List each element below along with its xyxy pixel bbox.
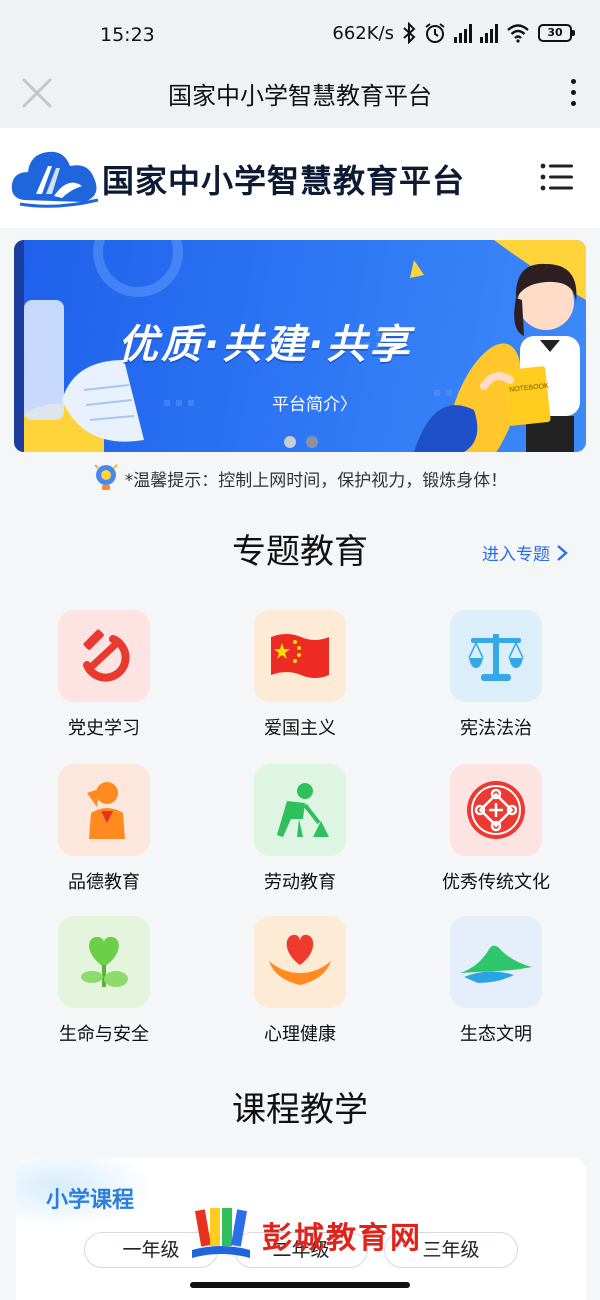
tip-text: *温馨提示：控制上网时间，保护视力，锻炼身体！ — [124, 470, 508, 491]
labor-icon — [277, 783, 329, 837]
home-indicator[interactable] — [190, 1282, 410, 1288]
promo-banner[interactable]: NOTEBOOK 优质·共建·共享 平台简介〉 — [14, 240, 586, 452]
banner-prev-edge — [14, 240, 24, 452]
primary-course-title: 小学课程 — [46, 1188, 135, 1213]
topic-labor[interactable]: 劳动教育 — [220, 764, 380, 894]
watermark-text: 彭城教育网 — [262, 1221, 422, 1256]
site-brand: 国家中小学智慧教育平台 — [102, 162, 466, 200]
topic-label: 劳动教育 — [264, 872, 336, 893]
chevron-right-icon — [557, 544, 568, 561]
topic-label: 宪法法治 — [460, 718, 532, 739]
topic-traditional-culture[interactable]: 优秀传统文化 — [416, 764, 576, 894]
wifi-icon — [507, 24, 529, 43]
topic-mental-health[interactable]: 心理健康 — [220, 916, 380, 1046]
site-header: 国家中小学智慧教育平台 — [0, 128, 600, 228]
hamburger-menu-icon[interactable] — [540, 162, 574, 192]
net-speed: 662K/s — [332, 22, 394, 44]
topic-label: 品德教育 — [68, 872, 140, 893]
topic-label: 优秀传统文化 — [442, 872, 550, 893]
books-logo-icon — [192, 1208, 250, 1258]
topic-life-safety[interactable]: 生命与安全 — [24, 916, 184, 1046]
topic-tile — [450, 764, 542, 856]
scales-icon — [468, 634, 524, 681]
topic-label: 生命与安全 — [59, 1024, 149, 1045]
courses-title: 课程教学 — [232, 1090, 368, 1130]
tip-bar: *温馨提示：控制上网时间，保护视力，锻炼身体！ — [0, 462, 600, 494]
topic-tile — [58, 916, 150, 1008]
battery-icon: 30 — [538, 24, 575, 42]
bluetooth-icon — [403, 22, 416, 44]
chinese-knot-icon — [467, 781, 525, 839]
hd-signal-icon — [480, 23, 498, 43]
app-bar-title: 国家中小学智慧教育平台 — [168, 82, 432, 110]
topic-party-history[interactable]: 党史学习 — [24, 610, 184, 740]
topic-morality[interactable]: 品德教育 — [24, 764, 184, 894]
topic-tile — [254, 610, 346, 702]
topic-constitution[interactable]: 宪法法治 — [416, 610, 576, 740]
flag-icon — [271, 634, 329, 678]
alarm-icon — [425, 23, 445, 43]
carousel-dots — [284, 436, 318, 448]
carousel-dot[interactable] — [284, 436, 296, 448]
heart-hands-icon — [269, 934, 331, 985]
topic-tile — [254, 764, 346, 856]
status-time: 15:23 — [100, 24, 155, 46]
topic-tile — [254, 916, 346, 1008]
cloud-book-logo[interactable] — [10, 146, 102, 212]
enter-topics-link[interactable]: 进入专题 — [482, 540, 568, 565]
topic-tile — [58, 764, 150, 856]
topic-label: 党史学习 — [68, 718, 140, 739]
more-vertical-icon[interactable] — [568, 76, 578, 110]
lightbulb-icon — [94, 464, 118, 490]
status-icons: 662K/s 30 — [332, 22, 575, 44]
topic-label: 心理健康 — [264, 1024, 336, 1045]
hd-signal-icon — [454, 23, 472, 43]
platform-intro-link[interactable]: 平台简介〉 — [272, 390, 357, 415]
hammer-sickle-icon — [83, 629, 130, 682]
carousel-dot-active[interactable] — [306, 436, 318, 448]
topic-ecology[interactable]: 生态文明 — [416, 916, 576, 1046]
topic-tile — [450, 610, 542, 702]
salute-icon — [87, 782, 125, 839]
topic-label: 爱国主义 — [264, 718, 336, 739]
topic-label: 生态文明 — [460, 1024, 532, 1045]
watermark: 彭城教育网 — [190, 1206, 422, 1264]
heart-plant-icon — [81, 936, 128, 987]
mountain-icon — [460, 945, 532, 983]
topic-patriotism[interactable]: 爱国主义 — [220, 610, 380, 740]
topic-tile — [58, 610, 150, 702]
status-bar: 15:23 662K/s 30 — [0, 0, 600, 62]
enter-topics-label: 进入专题 — [482, 545, 550, 565]
app-bar: 国家中小学智慧教育平台 — [0, 62, 600, 128]
banner-slogan: 优质·共建·共享 — [118, 322, 413, 368]
topic-tile — [450, 916, 542, 1008]
